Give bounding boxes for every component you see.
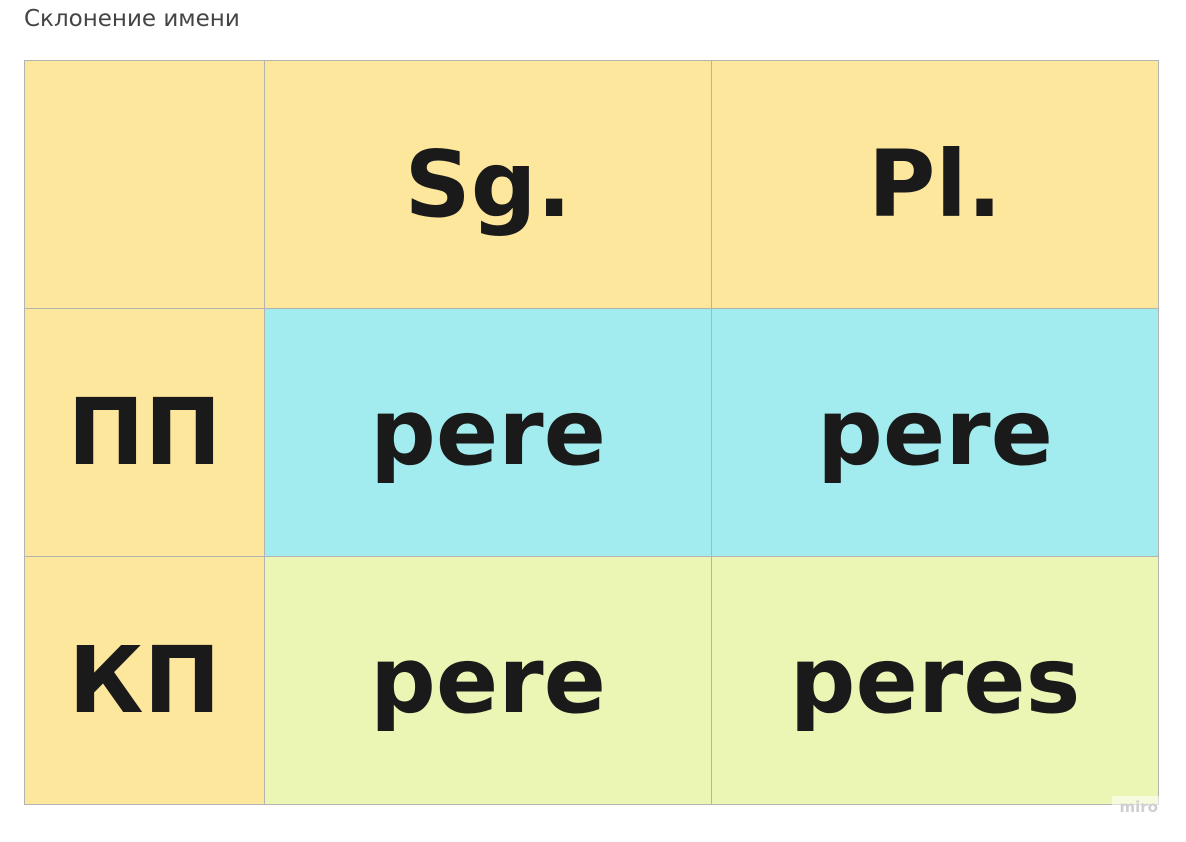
miro-watermark: miro <box>1112 796 1160 818</box>
cell-kp-plural: peres <box>711 556 1159 805</box>
cell-kp-singular: pere <box>264 556 712 805</box>
column-header-singular: Sg. <box>264 60 712 309</box>
table-row: КП pere peres <box>24 556 1159 805</box>
header-row: Sg. Pl. <box>24 60 1159 309</box>
column-header-plural: Pl. <box>711 60 1159 309</box>
cell-pp-singular: pere <box>264 308 712 557</box>
corner-cell <box>24 60 265 309</box>
row-label-pp: ПП <box>24 308 265 557</box>
table-row: ПП pere pere <box>24 308 1159 557</box>
row-label-kp: КП <box>24 556 265 805</box>
frame-title: Склонение имени <box>24 6 240 32</box>
declension-table: Sg. Pl. ПП pere pere КП pere peres <box>24 60 1159 805</box>
cell-pp-plural: pere <box>711 308 1159 557</box>
